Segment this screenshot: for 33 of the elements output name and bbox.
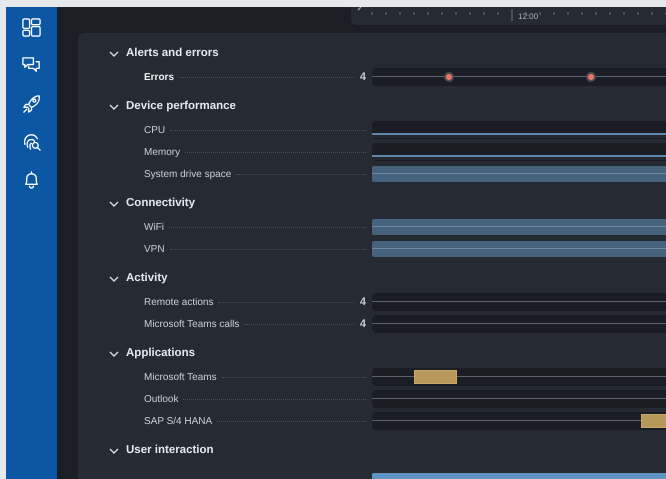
chevron-down-icon[interactable] (109, 350, 119, 358)
dashboard-icon[interactable] (21, 17, 42, 38)
chevron-down-icon[interactable] (109, 448, 119, 454)
count: 4 (360, 294, 366, 310)
row-label: Outlook (144, 392, 178, 406)
section-title: Alerts and errors (126, 46, 219, 62)
time-label: 12:00 (518, 11, 538, 23)
chevron-down-icon[interactable] (109, 200, 119, 208)
chevron-down-icon[interactable] (109, 104, 119, 110)
fingerprint-search-icon[interactable] (21, 131, 42, 152)
row-label: Memory (144, 146, 180, 160)
section-title: User interaction (126, 443, 214, 458)
section-title: Applications (126, 346, 196, 362)
row-label: CPU (144, 124, 166, 138)
row-label: Errors (144, 70, 174, 84)
error-marker[interactable] (444, 72, 454, 82)
count: 4 (360, 70, 366, 85)
row-label: Microsoft Teams (144, 370, 217, 384)
timeline-ruler[interactable]: 12:00 (351, 7, 666, 25)
row-label: Remote actions (144, 296, 214, 310)
rocket-icon[interactable] (21, 93, 42, 114)
section-title: Activity (126, 271, 168, 286)
row-label: System drive space (144, 168, 232, 182)
row-label: SAP S/4 HANA (144, 414, 212, 428)
row-label: VPN (144, 242, 165, 256)
row-label: WiFi (144, 220, 164, 234)
section-title: Connectivity (126, 196, 196, 212)
chevron-down-icon[interactable] (109, 276, 119, 282)
error-marker[interactable] (586, 72, 596, 82)
count: 4 (360, 316, 366, 332)
row-label: Microsoft Teams calls (144, 318, 240, 332)
chevron-down-icon[interactable] (109, 50, 119, 58)
section-title: Device performance (126, 99, 236, 114)
